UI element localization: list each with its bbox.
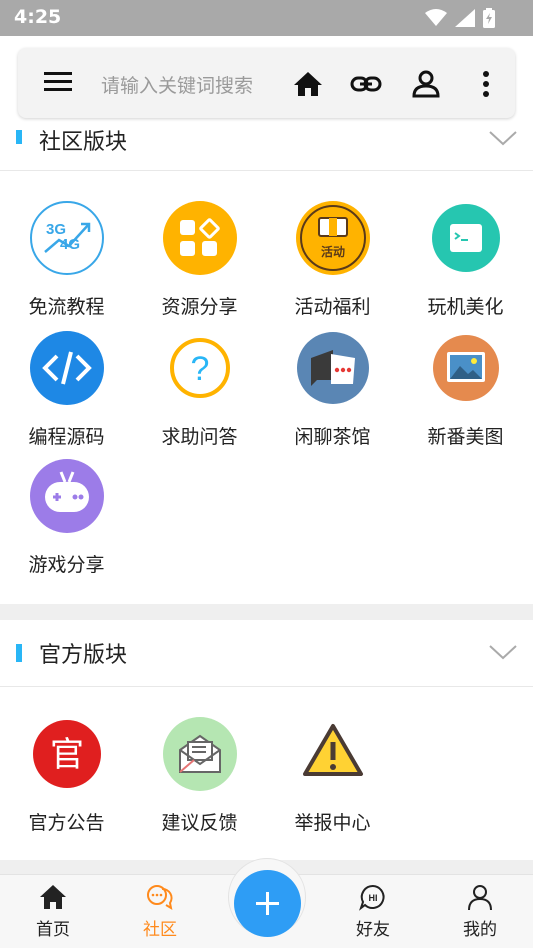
category-label: 闲聊茶馆 <box>294 426 371 448</box>
chat-bubble-icon <box>296 332 369 404</box>
plus-icon <box>256 892 279 915</box>
nav-friends[interactable]: HI 好友 <box>328 875 418 948</box>
category-announcement[interactable]: 官 官方公告 <box>0 716 133 835</box>
section-title: 社区版块 <box>39 130 128 155</box>
category-label: 建议反馈 <box>161 812 238 834</box>
divider <box>0 686 533 687</box>
category-resource[interactable]: 资源分享 <box>133 200 266 319</box>
category-label: 举报中心 <box>294 812 371 834</box>
profile-icon <box>468 885 492 911</box>
wifi-icon <box>425 9 447 26</box>
home-icon <box>40 885 66 909</box>
category-code[interactable]: 编程源码 <box>0 330 133 449</box>
resource-grid-icon <box>162 201 237 275</box>
more-vertical-icon[interactable] <box>470 68 502 100</box>
terminal-icon <box>431 204 500 272</box>
status-time: 4:25 <box>14 6 62 28</box>
nav-label: 首页 <box>36 920 70 940</box>
link-icon[interactable] <box>350 68 382 100</box>
category-activity[interactable]: 活动 活动福利 <box>266 200 399 319</box>
category-label: 免流教程 <box>28 296 105 318</box>
divider <box>0 170 533 171</box>
user-icon[interactable] <box>410 68 442 100</box>
search-input[interactable]: 请输入关键词搜索 <box>101 71 253 98</box>
category-label: 新番美图 <box>427 426 504 448</box>
category-label: 活动福利 <box>294 296 371 318</box>
friends-hi-icon: HI <box>359 884 385 911</box>
category-beautify[interactable]: 玩机美化 <box>399 200 532 319</box>
section-accent <box>16 644 22 662</box>
community-header[interactable]: 社区版块 <box>0 130 533 170</box>
status-bar: 4:25 <box>0 0 533 36</box>
chevron-down-icon[interactable] <box>489 644 517 660</box>
section-title: 官方版块 <box>39 643 128 668</box>
battery-icon <box>483 8 495 28</box>
nav-home[interactable]: 首页 <box>8 875 98 948</box>
activity-badge-text: 活动 <box>320 244 344 259</box>
category-help[interactable]: ? 求助问答 <box>133 330 266 449</box>
chevron-down-icon[interactable] <box>489 130 517 146</box>
nav-label: 我的 <box>463 920 497 940</box>
svg-text:?: ? <box>190 350 209 388</box>
category-label: 游戏分享 <box>28 554 105 576</box>
nav-label: 社区 <box>143 920 177 940</box>
nav-me[interactable]: 我的 <box>435 875 525 948</box>
3g-4g-icon: 3G 4G <box>29 201 104 275</box>
status-icons <box>425 8 495 28</box>
nav-label: 好友 <box>356 920 390 940</box>
category-label: 玩机美化 <box>427 296 504 318</box>
category-game[interactable]: 游戏分享 <box>0 458 133 577</box>
category-label: 资源分享 <box>161 296 238 318</box>
friends-badge-text: HI <box>369 893 378 903</box>
top-area: 请输入关键词搜索 <box>0 36 533 130</box>
mail-feedback-icon <box>162 717 237 791</box>
category-label: 编程源码 <box>28 426 105 448</box>
add-post-button[interactable] <box>234 870 301 937</box>
gamepad-icon <box>29 459 104 533</box>
official-header[interactable]: 官方版块 <box>0 620 533 686</box>
search-bar[interactable]: 请输入关键词搜索 <box>18 48 515 118</box>
home-icon[interactable] <box>292 68 324 100</box>
category-label: 官方公告 <box>28 812 105 834</box>
activity-gift-icon: 活动 <box>295 201 370 275</box>
category-report[interactable]: 举报中心 <box>266 716 399 835</box>
official-glyph: 官 <box>50 735 84 775</box>
category-anime[interactable]: 新番美图 <box>399 330 532 449</box>
code-icon <box>29 331 104 405</box>
category-label: 求助问答 <box>161 426 238 448</box>
question-icon: ? <box>169 338 230 398</box>
category-feedback[interactable]: 建议反馈 <box>133 716 266 835</box>
official-section: 官方版块 官 官方公告 建议反馈 举报中心 <box>0 620 533 860</box>
menu-icon[interactable] <box>44 72 74 94</box>
category-chat[interactable]: 闲聊茶馆 <box>266 330 399 449</box>
section-accent <box>16 130 22 144</box>
warning-icon <box>302 724 363 776</box>
category-mianliu[interactable]: 3G 4G 免流教程 <box>0 200 133 319</box>
signal-icon <box>455 9 475 27</box>
community-section: 社区版块 3G 4G 免流教程 资源分享 活动 活动福利 玩机美化 编程源码 ?… <box>0 130 533 604</box>
picture-icon <box>432 335 499 401</box>
nav-community[interactable]: 社区 <box>115 875 205 948</box>
community-chat-icon <box>147 885 173 911</box>
official-announcement-icon: 官 <box>32 720 101 788</box>
